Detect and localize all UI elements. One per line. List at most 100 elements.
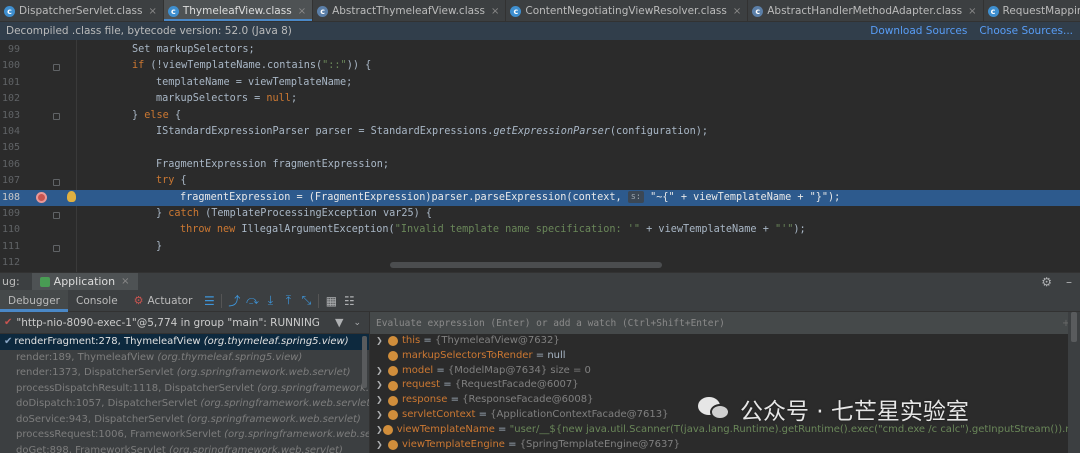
tab-actuator[interactable]: ⚙ Actuator bbox=[126, 290, 201, 312]
thread-selector[interactable]: ✔ "http-nio-8090-exec-1"@5,774 in group … bbox=[0, 312, 369, 334]
object-icon bbox=[388, 380, 398, 391]
close-icon[interactable]: × bbox=[491, 6, 499, 17]
tab-abstractthymeleafview[interactable]: c AbstractThymeleafView.class × bbox=[313, 0, 507, 21]
fold-marker-icon[interactable] bbox=[53, 113, 60, 120]
class-icon: c bbox=[167, 5, 179, 17]
stack-frame[interactable]: doGet:898, FrameworkServlet (org.springf… bbox=[0, 443, 369, 453]
chevron-down-icon[interactable]: ⌄ bbox=[353, 318, 369, 328]
fold-marker-icon[interactable] bbox=[53, 245, 60, 252]
variable-row[interactable]: ❯markupSelectorsToRender = null bbox=[370, 349, 1080, 364]
variable-row[interactable]: ❯ request = {RequestFacade@6007} bbox=[370, 378, 1080, 393]
tab-abstracthandlermethodadapter[interactable]: c AbstractHandlerMethodAdapter.class × bbox=[748, 0, 984, 21]
breakpoint-icon[interactable] bbox=[36, 192, 47, 203]
restore-layout-icon[interactable]: ☷ bbox=[340, 290, 358, 312]
minimize-icon[interactable]: – bbox=[1066, 275, 1072, 289]
object-icon bbox=[388, 439, 398, 450]
code-line[interactable]: 107 try { bbox=[0, 173, 1080, 189]
variable-row[interactable]: ❯ this = {ThymeleafView@7632} bbox=[370, 334, 1080, 349]
close-icon[interactable]: × bbox=[148, 6, 156, 17]
gear-icon[interactable]: ⚙ bbox=[1041, 275, 1052, 289]
class-icon: c bbox=[987, 5, 999, 17]
close-icon[interactable]: × bbox=[733, 6, 741, 17]
stack-frame[interactable]: render:189, ThymeleafView (org.thymeleaf… bbox=[0, 350, 369, 366]
filter-icon[interactable]: ▼ bbox=[335, 316, 353, 329]
layout-menu-icon[interactable]: ☰ bbox=[200, 290, 218, 312]
chevron-right-icon[interactable]: ❯ bbox=[376, 423, 383, 438]
tab-debugger[interactable]: Debugger bbox=[0, 289, 68, 312]
code-line[interactable]: 109} catch (TemplateProcessingException … bbox=[0, 206, 1080, 222]
line-number: 100 bbox=[1, 60, 20, 72]
chevron-right-icon[interactable]: ❯ bbox=[376, 334, 388, 349]
run-to-cursor-icon[interactable]: ⤡ bbox=[297, 290, 315, 312]
chevron-right-icon[interactable]: ❯ bbox=[376, 408, 388, 423]
stack-frame[interactable]: ✔ renderFragment:278, ThymeleafView (org.… bbox=[0, 334, 369, 350]
thread-label: "http-nio-8090-exec-1"@5,774 in group "m… bbox=[16, 316, 320, 329]
chevron-right-icon[interactable]: ❯ bbox=[376, 393, 388, 408]
code-line[interactable]: 102 markupSelectors = null; bbox=[0, 91, 1080, 107]
variables-scrollbar[interactable] bbox=[1071, 312, 1077, 342]
code-editor[interactable]: 99 Set markupSelectors; 100 if (!viewTempl… bbox=[0, 40, 1080, 272]
stack-frame[interactable]: doService:943, DispatcherServlet (org.sp… bbox=[0, 412, 369, 428]
line-number: 101 bbox=[1, 76, 20, 88]
horizontal-scrollbar[interactable] bbox=[390, 262, 662, 268]
close-icon[interactable]: × bbox=[298, 6, 306, 17]
tab-thymeleafview[interactable]: c ThymeleafView.class × bbox=[163, 0, 314, 21]
stack-frame[interactable]: render:1373, DispatcherServlet (org.spri… bbox=[0, 365, 369, 381]
tab-label: RequestMappingHandlerAdapter.class bbox=[1002, 5, 1080, 17]
tab-dispatcherservlet[interactable]: c DispatcherServlet.class × bbox=[0, 0, 164, 21]
code-line[interactable]: 101 templateName = viewTemplateName; bbox=[0, 75, 1080, 91]
variables-panel: Evaluate expression (Enter) or add a wat… bbox=[370, 312, 1080, 453]
code-line[interactable]: 104 IStandardExpressionParser parser = St… bbox=[0, 124, 1080, 140]
code-line[interactable]: 110 throw new IllegalArgumentException("I… bbox=[0, 222, 1080, 238]
code-line[interactable]: 105 bbox=[0, 140, 1080, 156]
code-line[interactable]: 103} else { bbox=[0, 108, 1080, 124]
run-config-label: Application bbox=[53, 275, 116, 288]
close-icon[interactable]: × bbox=[968, 6, 976, 17]
step-out-icon[interactable]: ⤒ bbox=[279, 290, 297, 312]
close-icon[interactable]: × bbox=[121, 276, 129, 287]
lightbulb-icon[interactable] bbox=[67, 191, 76, 202]
fold-marker-icon[interactable] bbox=[53, 64, 60, 71]
tab-console[interactable]: Console bbox=[68, 290, 126, 312]
step-into-icon[interactable]: ⤓ bbox=[261, 290, 279, 312]
watermark-text: 公众号 · 七芒星实验室 bbox=[740, 399, 969, 425]
line-number: 111 bbox=[1, 240, 20, 252]
stack-frame[interactable]: processRequest:1006, FrameworkServlet (o… bbox=[0, 427, 369, 443]
variable-row[interactable]: ❯ viewTemplateEngine = {SpringTemplateEng… bbox=[370, 438, 1080, 453]
line-number: 112 bbox=[1, 257, 20, 269]
line-number: 99 bbox=[7, 44, 20, 55]
stack-frame[interactable]: doDispatch:1057, DispatcherServlet (org.… bbox=[0, 396, 369, 412]
step-over-icon[interactable]: ⤼ bbox=[243, 290, 261, 312]
object-icon bbox=[388, 336, 398, 347]
current-execution-line[interactable]: 108 fragmentExpression = (FragmentExpress… bbox=[0, 189, 1080, 206]
download-sources-link[interactable]: Download Sources bbox=[870, 25, 967, 37]
chevron-right-icon[interactable]: ❯ bbox=[376, 364, 388, 379]
code-line[interactable]: 99 Set markupSelectors; bbox=[0, 42, 1080, 58]
line-number: 110 bbox=[1, 224, 20, 236]
line-number: 108 bbox=[1, 191, 20, 203]
code-line[interactable]: 111} bbox=[0, 239, 1080, 255]
show-execution-point-icon[interactable]: ⤴ bbox=[225, 290, 243, 312]
choose-sources-link[interactable]: Choose Sources... bbox=[979, 25, 1073, 37]
line-number: 107 bbox=[1, 175, 20, 187]
line-number: 102 bbox=[1, 93, 20, 105]
tab-requestmappinghandleradapter[interactable]: cRequestMappingHandlerAdapter.class× bbox=[984, 0, 1080, 21]
line-number: 105 bbox=[1, 142, 20, 154]
debug-tool-window-header: ug: Application × ⚙ – bbox=[0, 272, 1080, 291]
fold-marker-icon[interactable] bbox=[53, 179, 60, 186]
frames-scrollbar[interactable] bbox=[362, 336, 367, 388]
code-line[interactable]: 106 FragmentExpression fragmentExpression… bbox=[0, 157, 1080, 173]
run-config-tab[interactable]: Application × bbox=[31, 272, 138, 291]
abstract-class-icon: c bbox=[752, 5, 764, 17]
code-line[interactable]: 100 if (!viewTemplateName.contains("::"))… bbox=[0, 58, 1080, 74]
tab-contentnegotiatingviewresolver[interactable]: c ContentNegotiatingViewResolver.class × bbox=[506, 0, 749, 21]
line-number: 103 bbox=[1, 109, 20, 121]
fold-marker-icon[interactable] bbox=[53, 212, 60, 219]
evaluate-expression-icon[interactable]: ▦ bbox=[322, 290, 340, 312]
tab-label: ThymeleafView.class bbox=[182, 5, 292, 17]
variable-row[interactable]: ❯ model = {ModelMap@7634} size = 0 bbox=[370, 364, 1080, 379]
chevron-right-icon[interactable]: ❯ bbox=[376, 438, 388, 453]
stack-frame[interactable]: processDispatchResult:1118, DispatcherSe… bbox=[0, 381, 369, 397]
chevron-right-icon[interactable]: ❯ bbox=[376, 378, 388, 393]
evaluate-expression-input[interactable]: Evaluate expression (Enter) or add a wat… bbox=[370, 312, 1080, 334]
